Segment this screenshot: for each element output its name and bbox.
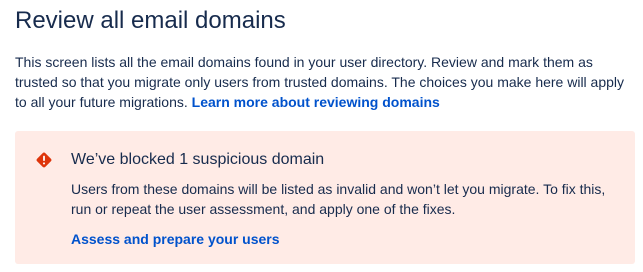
suspicious-domain-alert: We’ve blocked 1 suspicious domain Users …	[15, 131, 635, 264]
learn-more-link[interactable]: Learn more about reviewing domains	[192, 94, 440, 110]
error-icon-glyph	[36, 152, 52, 168]
error-icon	[35, 151, 53, 169]
alert-title: We’ve blocked 1 suspicious domain	[71, 151, 325, 168]
intro-paragraph: This screen lists all the email domains …	[15, 52, 635, 112]
alert-description: Users from these domains will be listed …	[71, 181, 606, 217]
page-title: Review all email domains	[15, 7, 286, 34]
assess-users-link[interactable]: Assess and prepare your users	[71, 229, 280, 249]
